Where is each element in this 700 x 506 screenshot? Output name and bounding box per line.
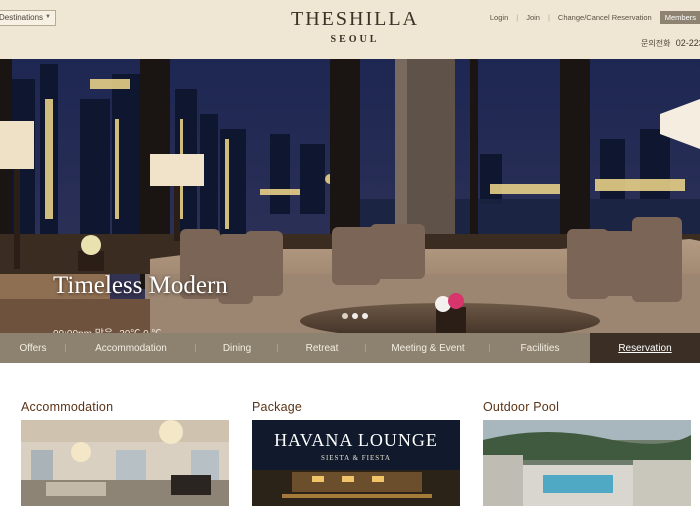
outdoor-pool-card[interactable]: Outdoor Pool (483, 400, 691, 506)
slide-dot-3[interactable] (362, 313, 368, 319)
hero-banner[interactable]: Timeless Modern 00:00pm 맑음 -30℃ 0 ℃ (0, 59, 700, 333)
package-thumbnail[interactable]: HAVANA LOUNGE SIESTA & FIESTA (252, 420, 460, 506)
destinations-select[interactable]: Destinations ▼ (0, 10, 56, 26)
slide-dot-1[interactable] (342, 313, 348, 319)
nav-accommodation-label: Accommodation (95, 342, 167, 354)
nav-meeting-event-label: Meeting & Event (391, 342, 465, 354)
outdoor-pool-thumbnail[interactable] (483, 420, 691, 506)
divider: | (547, 13, 550, 22)
nav-meeting-event[interactable]: Meeting & Event (366, 333, 490, 363)
phone-number: 02-2233 (675, 38, 700, 48)
members-button[interactable]: Members (659, 11, 700, 24)
login-link[interactable]: Login (490, 13, 508, 22)
reservation-label: Reservation (618, 342, 672, 354)
package-title: Package (252, 400, 303, 414)
nav-offers-label: Offers (19, 342, 47, 354)
nav-dining-label: Dining (222, 342, 252, 354)
chevron-down-icon: ▼ (45, 14, 51, 20)
divider: | (516, 13, 519, 22)
site-header: Destinations ▼ THESHILLA SEOUL Login | J… (0, 0, 700, 59)
phone-info: 문의전화 02-2233 (641, 38, 700, 49)
slide-dot-2[interactable] (352, 313, 358, 319)
slide-pagination (342, 313, 368, 319)
utility-links: Login | Join | Change/Cancel Reservation… (490, 11, 700, 24)
reservation-button[interactable]: Reservation (590, 333, 700, 363)
accommodation-title: Accommodation (21, 400, 114, 414)
site-logo[interactable]: THESHILLA SEOUL (280, 8, 430, 45)
main-navigation: Offers Accommodation Dining Retreat Meet… (0, 333, 700, 363)
nav-facilities[interactable]: Facilities (490, 333, 590, 363)
join-link[interactable]: Join (526, 13, 540, 22)
destinations-label: Destinations (0, 13, 44, 22)
nav-retreat[interactable]: Retreat (278, 333, 366, 363)
logo-location: SEOUL (330, 34, 380, 45)
outdoor-pool-title: Outdoor Pool (483, 400, 560, 414)
nav-accommodation[interactable]: Accommodation (66, 333, 196, 363)
nav-offers[interactable]: Offers (0, 333, 66, 363)
phone-label: 문의전화 (641, 39, 671, 48)
banner-title: HAVANA LOUNGE (274, 430, 438, 450)
banner-subtitle: SIESTA & FIESTA (321, 454, 391, 462)
nav-dining[interactable]: Dining (196, 333, 278, 363)
nav-retreat-label: Retreat (305, 342, 339, 354)
hero-title: Timeless Modern (53, 272, 228, 299)
accommodation-card[interactable]: Accommodation (21, 400, 229, 506)
logo-wordmark: THESHILLA (291, 8, 419, 30)
package-card[interactable]: Package HAVANA LOUNGE SIESTA & FIESTA (252, 400, 460, 506)
accommodation-thumbnail[interactable] (21, 420, 229, 506)
change-cancel-reservation-link[interactable]: Change/Cancel Reservation (558, 13, 652, 22)
nav-facilities-label: Facilities (520, 342, 560, 354)
hero-weather: 00:00pm 맑음 -30℃ 0 ℃ (53, 325, 161, 333)
